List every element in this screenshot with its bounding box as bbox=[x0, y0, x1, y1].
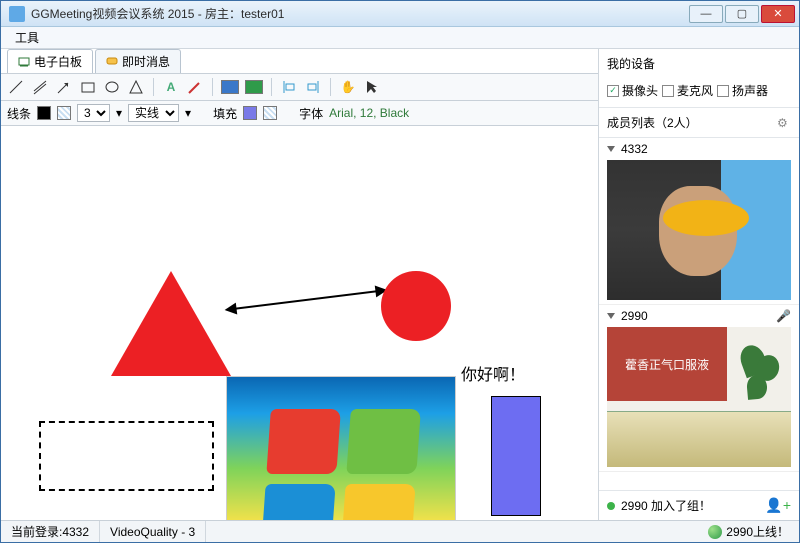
status-login: 当前登录:4332 bbox=[1, 521, 100, 542]
tool-rect[interactable] bbox=[79, 78, 97, 96]
mic-checkbox[interactable]: 麦克风 bbox=[662, 82, 713, 99]
app-icon bbox=[9, 6, 25, 22]
font-value[interactable]: Arial, 12, Black bbox=[329, 106, 409, 120]
font-label: 字体 bbox=[299, 105, 323, 122]
camera-checkbox[interactable]: ✓ 摄像头 bbox=[607, 82, 658, 99]
shape-triangle[interactable] bbox=[111, 271, 231, 376]
left-pane: 电子白板 即时消息 A bbox=[1, 49, 599, 520]
status-bubble-icon bbox=[708, 525, 722, 539]
shape-arrow[interactable] bbox=[226, 289, 385, 310]
presence-dot-icon bbox=[607, 502, 615, 510]
status-online-notice: 2990上线！ bbox=[698, 521, 799, 542]
right-pane: 我的设备 ✓ 摄像头 麦克风 扬声器 成员列表（2人） ⚙ bbox=[599, 49, 799, 520]
shape-dashed-rect[interactable] bbox=[39, 421, 214, 491]
line-pattern-swatch[interactable] bbox=[57, 106, 71, 120]
tool-image-blue[interactable] bbox=[221, 78, 239, 96]
toolbar-separator bbox=[153, 78, 154, 96]
line-label: 线条 bbox=[7, 105, 31, 122]
tab-im-label: 即时消息 bbox=[122, 53, 170, 70]
titlebar: GGMeeting视频会议系统 2015 - 房主：tester01 — ▢ ✕ bbox=[1, 1, 799, 27]
whiteboard-icon bbox=[18, 56, 30, 68]
mic-status-icon: 🎤 bbox=[776, 309, 791, 323]
checkbox-icon: ✓ bbox=[607, 85, 619, 97]
speaker-checkbox[interactable]: 扬声器 bbox=[717, 82, 768, 99]
minimize-button[interactable]: — bbox=[689, 5, 723, 23]
content: 电子白板 即时消息 A bbox=[1, 49, 799, 520]
product-box-text: 藿香正气口服液 bbox=[607, 327, 727, 401]
tool-image-green[interactable] bbox=[245, 78, 263, 96]
maximize-button[interactable]: ▢ bbox=[725, 5, 759, 23]
tab-im[interactable]: 即时消息 bbox=[95, 49, 181, 73]
member-video-thumb[interactable] bbox=[607, 160, 791, 300]
shape-circle[interactable] bbox=[381, 271, 451, 341]
member-row[interactable]: 4332 bbox=[599, 138, 799, 160]
member-video-thumb[interactable]: 藿香正气口服液 bbox=[607, 327, 791, 467]
member-id: 2990 bbox=[621, 309, 648, 323]
tab-whiteboard-label: 电子白板 bbox=[34, 53, 82, 70]
window-buttons: — ▢ ✕ bbox=[689, 5, 795, 23]
tool-align-left[interactable] bbox=[280, 78, 298, 96]
chevron-down-icon bbox=[607, 146, 615, 152]
line-width-select[interactable]: 3 bbox=[77, 104, 110, 122]
tool-line-double[interactable] bbox=[31, 78, 49, 96]
tabs: 电子白板 即时消息 bbox=[1, 49, 598, 73]
speaker-label: 扬声器 bbox=[732, 82, 768, 99]
close-button[interactable]: ✕ bbox=[761, 5, 795, 23]
shape-toolbar: A ✋ bbox=[1, 73, 598, 101]
join-notice: 2990 加入了组！ 👤+ bbox=[599, 490, 799, 520]
checkbox-icon bbox=[662, 85, 674, 97]
members-title: 成员列表（2人） bbox=[607, 114, 698, 131]
app-window: GGMeeting视频会议系统 2015 - 房主：tester01 — ▢ ✕… bbox=[0, 0, 800, 543]
image-windows-logo[interactable] bbox=[226, 376, 456, 520]
tool-hand[interactable]: ✋ bbox=[339, 78, 357, 96]
line-style-select[interactable]: 实线 bbox=[128, 104, 179, 122]
menu-tools[interactable]: 工具 bbox=[7, 27, 47, 48]
chat-icon bbox=[106, 56, 118, 68]
device-options: ✓ 摄像头 麦克风 扬声器 bbox=[599, 78, 799, 107]
chevron-down-icon bbox=[607, 313, 615, 319]
status-online-text: 2990上线！ bbox=[726, 523, 789, 540]
toolbar-separator-2 bbox=[212, 78, 213, 96]
dropdown-icon[interactable]: ▾ bbox=[116, 106, 122, 120]
line-color-swatch[interactable] bbox=[37, 106, 51, 120]
plant-image bbox=[731, 341, 785, 421]
member-item: 2990 🎤 藿香正气口服液 bbox=[599, 305, 799, 472]
members-header: 成员列表（2人） ⚙ bbox=[599, 107, 799, 138]
tool-arrow[interactable] bbox=[55, 78, 73, 96]
tool-triangle[interactable] bbox=[127, 78, 145, 96]
devices-title: 我的设备 bbox=[599, 49, 799, 78]
members-list: 4332 2990 🎤 藿香 bbox=[599, 138, 799, 490]
toolbar-separator-4 bbox=[330, 78, 331, 96]
checkbox-icon bbox=[717, 85, 729, 97]
fill-label: 填充 bbox=[213, 105, 237, 122]
whiteboard-canvas[interactable]: 你好啊！ bbox=[1, 126, 598, 520]
member-item: 4332 bbox=[599, 138, 799, 305]
tool-align-right[interactable] bbox=[304, 78, 322, 96]
window-title: GGMeeting视频会议系统 2015 - 房主：tester01 bbox=[31, 5, 689, 22]
join-notice-text: 2990 加入了组！ bbox=[621, 497, 711, 514]
windows-flag-icon bbox=[261, 409, 421, 521]
tool-text[interactable]: A bbox=[162, 78, 180, 96]
shape-purple-rect[interactable] bbox=[491, 396, 541, 516]
tool-pointer[interactable] bbox=[363, 78, 381, 96]
text-greeting[interactable]: 你好啊！ bbox=[461, 361, 525, 385]
toolbar-separator-3 bbox=[271, 78, 272, 96]
tab-whiteboard[interactable]: 电子白板 bbox=[7, 49, 93, 73]
add-user-icon[interactable]: 👤+ bbox=[765, 497, 791, 514]
member-id: 4332 bbox=[621, 142, 648, 156]
camera-label: 摄像头 bbox=[622, 82, 658, 99]
statusbar: 当前登录:4332 VideoQuality - 3 2990上线！ bbox=[1, 520, 799, 542]
status-video-quality: VideoQuality - 3 bbox=[100, 521, 206, 542]
fill-pattern-swatch[interactable] bbox=[263, 106, 277, 120]
member-row[interactable]: 2990 🎤 bbox=[599, 305, 799, 327]
tool-line[interactable] bbox=[7, 78, 25, 96]
gear-icon[interactable]: ⚙ bbox=[777, 116, 791, 130]
fill-color-swatch[interactable] bbox=[243, 106, 257, 120]
tool-pen[interactable] bbox=[186, 78, 204, 96]
style-toolbar: 线条 3 ▾ 实线 ▾ 填充 字体 Arial, 12, Black bbox=[1, 101, 598, 126]
menubar: 工具 bbox=[1, 27, 799, 49]
mic-label: 麦克风 bbox=[677, 82, 713, 99]
tool-ellipse[interactable] bbox=[103, 78, 121, 96]
dropdown-icon-2[interactable]: ▾ bbox=[185, 106, 191, 120]
